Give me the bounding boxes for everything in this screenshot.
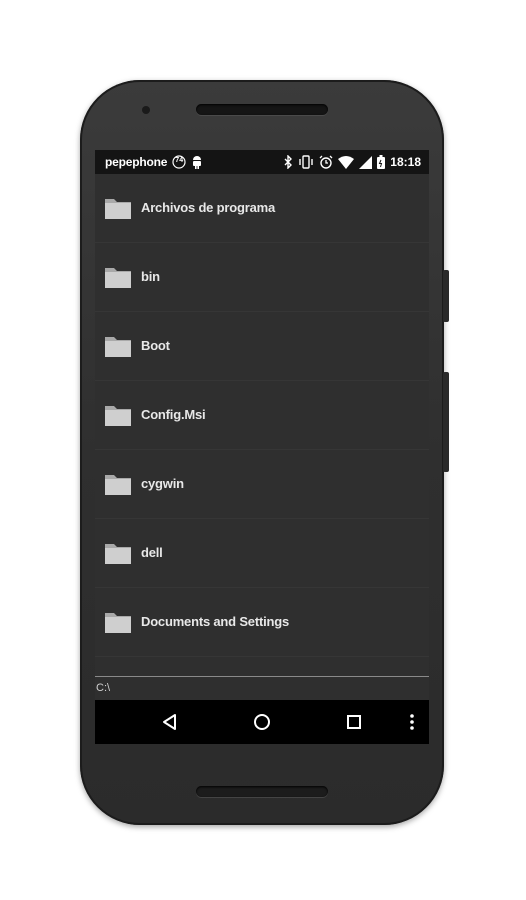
folder-label: bin: [141, 269, 160, 284]
folder-icon: [105, 475, 131, 495]
folder-label: Boot: [141, 338, 170, 353]
folder-icon: [105, 199, 131, 219]
signal-icon: [359, 155, 373, 169]
folder-list: Archivos de programa bin Boot Config.Msi…: [95, 174, 429, 678]
front-camera: [142, 106, 150, 114]
folder-label: Config.Msi: [141, 407, 206, 422]
current-path: C:\: [96, 682, 111, 694]
navigation-bar: [95, 700, 429, 744]
notification-badge-count: 74: [175, 157, 184, 164]
folder-icon: [105, 337, 131, 357]
overflow-menu-icon: [410, 714, 414, 730]
folder-icon: [105, 544, 131, 564]
volume-button: [443, 372, 449, 472]
home-icon: [254, 714, 270, 730]
clock-time: 18:18: [390, 155, 421, 169]
folder-label: Documents and Settings: [141, 614, 290, 629]
folder-label: cygwin: [141, 476, 184, 491]
folder-icon: [105, 268, 131, 288]
folder-label: Archivos de programa: [141, 200, 275, 215]
carrier-name: pepephone: [105, 155, 168, 169]
list-item-cygwin[interactable]: cygwin: [95, 450, 429, 519]
list-item-config-msi[interactable]: Config.Msi: [95, 381, 429, 450]
android-icon: [191, 155, 203, 169]
back-button[interactable]: [159, 711, 181, 733]
recents-button[interactable]: [343, 711, 365, 733]
notification-badge-icon: 74: [172, 155, 186, 169]
folder-icon: [105, 406, 131, 426]
folder-icon: [105, 613, 131, 633]
overflow-menu-button[interactable]: [401, 711, 423, 733]
list-item-dell[interactable]: dell: [95, 519, 429, 588]
status-bar: pepephone 74 18:18: [95, 150, 429, 174]
bluetooth-icon: [284, 155, 293, 169]
wifi-icon: [338, 155, 355, 169]
vibrate-icon: [298, 155, 314, 169]
alarm-icon: [319, 155, 333, 169]
phone-screen: pepephone 74 18:18 Archivos de programa …: [95, 150, 429, 744]
list-item-bin[interactable]: bin: [95, 243, 429, 312]
bottom-speaker: [196, 786, 328, 797]
list-item-documents-and-settings[interactable]: Documents and Settings: [95, 588, 429, 657]
home-button[interactable]: [251, 711, 273, 733]
recents-icon: [347, 715, 361, 729]
back-icon: [163, 714, 176, 730]
power-button: [443, 270, 449, 322]
list-item-archivos-de-programa[interactable]: Archivos de programa: [95, 174, 429, 243]
list-item-boot[interactable]: Boot: [95, 312, 429, 381]
battery-icon: [377, 155, 386, 169]
folder-label: dell: [141, 545, 163, 560]
earpiece-speaker: [196, 104, 328, 115]
current-path-bar: C:\: [95, 676, 429, 700]
